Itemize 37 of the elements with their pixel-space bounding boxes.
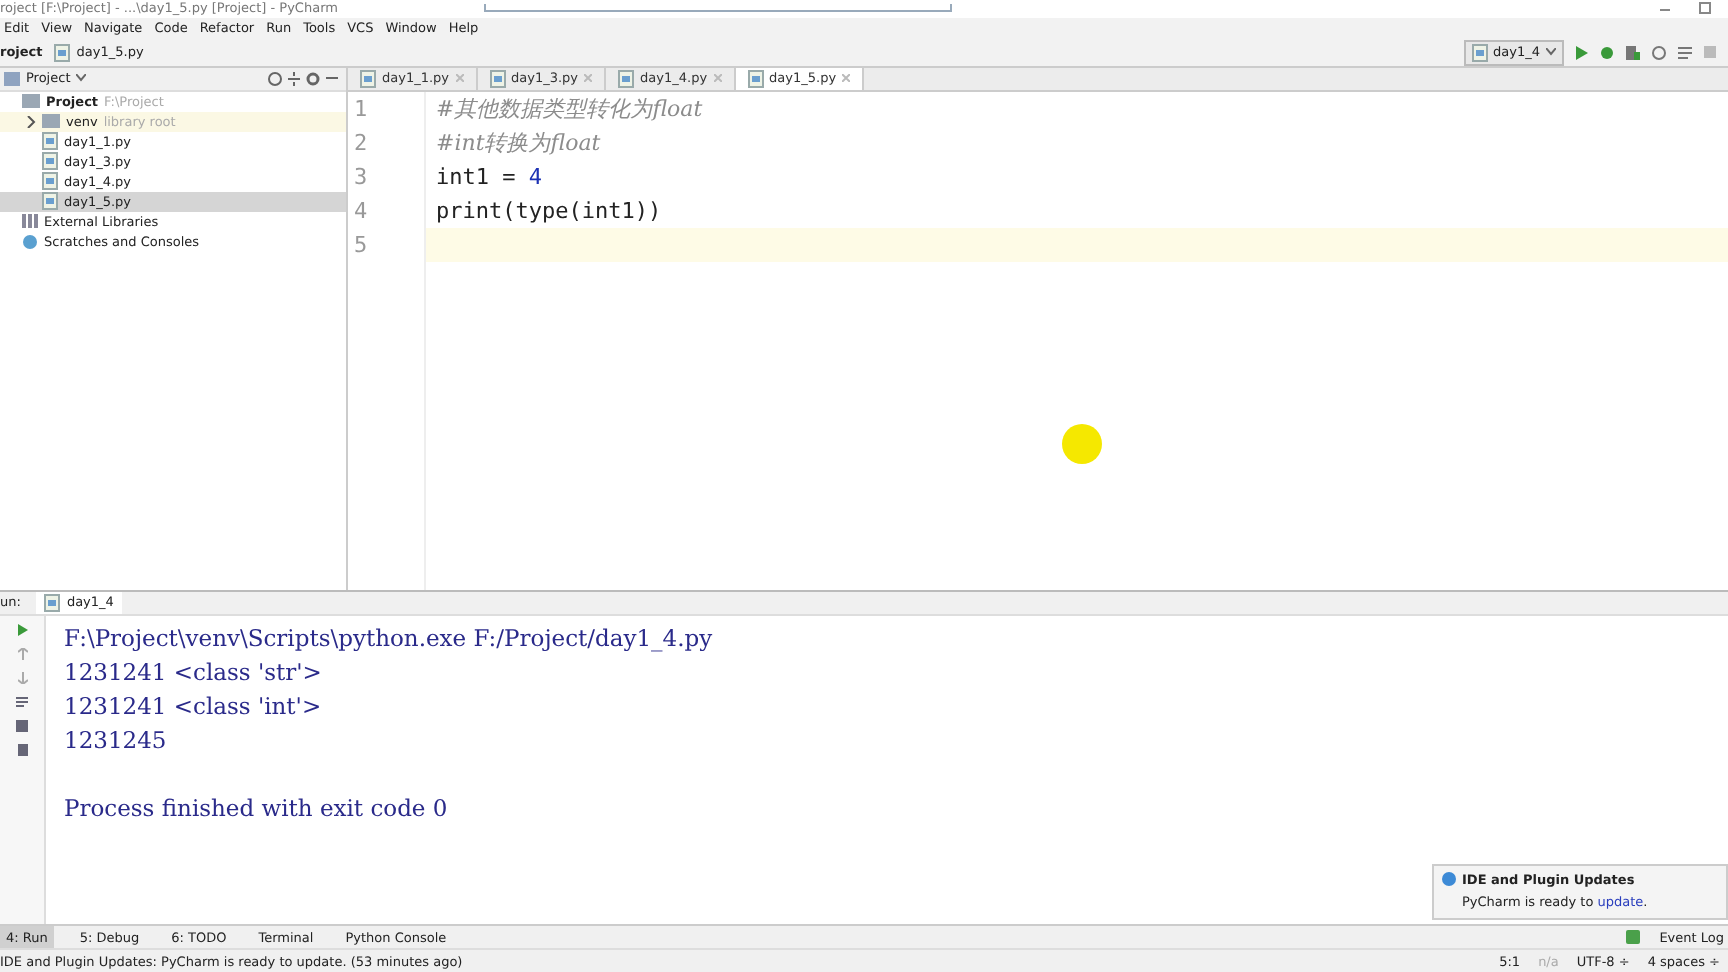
target-icon[interactable] [268, 71, 282, 86]
caret-icon[interactable] [76, 74, 87, 83]
down-arrow-icon[interactable] [17, 671, 27, 684]
line-number: 5 [352, 229, 370, 262]
up-arrow-icon[interactable] [17, 647, 27, 660]
wrap-icon[interactable] [16, 695, 28, 708]
profile-icon[interactable] [1652, 45, 1666, 60]
collapse-icon[interactable] [288, 71, 300, 86]
line-number: 1 [352, 93, 370, 126]
event-log-icon[interactable] [1625, 930, 1640, 945]
run-icon[interactable] [17, 623, 27, 636]
caret-icon [1546, 48, 1556, 57]
line-number: 4 [352, 195, 370, 228]
python-file-icon [1471, 43, 1488, 62]
console-line: F:\Project\venv\Scripts\python.exe F:/Project/day1_4.py [64, 623, 713, 656]
info-icon [1442, 872, 1456, 887]
coverage-icon[interactable] [1626, 45, 1640, 60]
line-number: 3 [352, 161, 370, 194]
console-line: Process finished with exit code 0 [64, 793, 450, 826]
minimize-icon[interactable] [326, 76, 338, 81]
console-line: 1231241 <class 'str'> [64, 657, 324, 690]
chevron-right-icon[interactable] [26, 115, 36, 128]
console-line: 1231245 [64, 725, 169, 758]
list-icon[interactable] [1678, 45, 1692, 60]
code-line: #int转换为float [436, 127, 601, 160]
scratch-icon [22, 233, 38, 250]
code-line: print(type(int1)) [436, 195, 662, 228]
code-line: int1 = 4 [436, 161, 542, 194]
cursor-highlight [1062, 424, 1102, 464]
console-line: 1231241 <class 'int'> [64, 691, 324, 724]
library-icon [22, 214, 38, 229]
window-controls-icon[interactable] [1660, 2, 1712, 15]
code-line: #其他数据类型转化为float [436, 93, 703, 126]
debug-icon[interactable] [1600, 45, 1614, 60]
run-icon[interactable] [1576, 45, 1588, 60]
settings-icon[interactable] [306, 71, 320, 86]
line-number: 2 [352, 127, 370, 160]
